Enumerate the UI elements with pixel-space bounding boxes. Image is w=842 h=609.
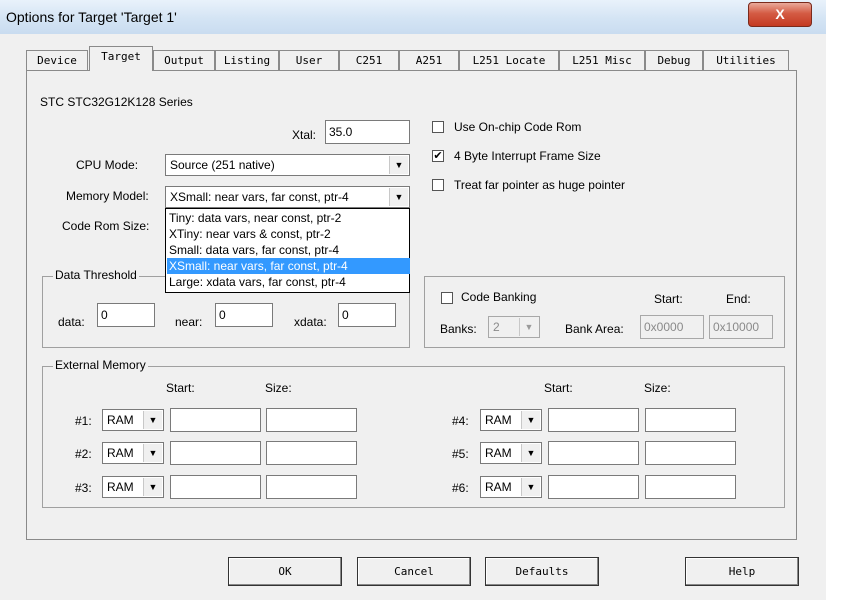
code-banking-end-header: End: — [726, 292, 751, 306]
help-button[interactable]: Help — [685, 557, 799, 586]
ext-mem-size-header-left: Size: — [265, 381, 292, 395]
ext-mem-start-header-right: Start: — [544, 381, 573, 395]
code-banking-start-header: Start: — [654, 292, 683, 306]
ext-mem-start-input[interactable] — [548, 408, 639, 432]
ext-mem-type-select[interactable]: RAM ▼ — [480, 409, 542, 431]
ext-mem-row-label: #6: — [452, 481, 469, 495]
memory-model-dropdown-list: Tiny: data vars, near const, ptr-2 XTiny… — [165, 208, 410, 293]
tab-target[interactable]: Target — [89, 46, 153, 71]
ext-mem-row-label: #3: — [75, 481, 92, 495]
far-pointer-huge-label: Treat far pointer as huge pointer — [454, 178, 625, 192]
data-threshold-data-input[interactable]: 0 — [97, 303, 155, 327]
bank-area-end-input[interactable]: 0x10000 — [709, 315, 773, 339]
xtal-input[interactable]: 35.0 — [325, 120, 410, 144]
banks-label: Banks: — [440, 322, 477, 336]
memory-model-select[interactable]: XSmall: near vars, far const, ptr-4 ▼ — [165, 186, 410, 208]
chevron-down-icon[interactable]: ▼ — [143, 411, 162, 429]
chevron-down-icon[interactable]: ▼ — [389, 188, 408, 206]
ext-mem-type-select[interactable]: RAM ▼ — [480, 442, 542, 464]
ext-mem-type-select[interactable]: RAM ▼ — [102, 409, 164, 431]
data-threshold-near-label: near: — [175, 315, 203, 329]
code-banking-label: Code Banking — [461, 290, 537, 304]
use-onchip-code-rom-label: Use On-chip Code Rom — [454, 120, 582, 134]
memory-model-label: Memory Model: — [66, 189, 149, 203]
ext-mem-type-select[interactable]: RAM ▼ — [480, 476, 542, 498]
options-dialog: Options for Target 'Target 1' X Device T… — [0, 0, 826, 600]
tab-a251[interactable]: A251 — [399, 50, 459, 70]
memory-model-option[interactable]: XTiny: near vars & const, ptr-2 — [167, 226, 410, 242]
data-threshold-xdata-label: xdata: — [294, 315, 327, 329]
ext-mem-row-label: #4: — [452, 414, 469, 428]
far-pointer-huge-checkbox[interactable] — [432, 179, 444, 191]
cancel-button[interactable]: Cancel — [357, 557, 471, 586]
ext-mem-size-input[interactable] — [266, 475, 357, 499]
external-memory-title: External Memory — [53, 358, 148, 372]
cpu-mode-label: CPU Mode: — [76, 158, 139, 172]
ext-mem-size-input[interactable] — [645, 441, 736, 465]
tab-device[interactable]: Device — [26, 50, 88, 70]
memory-model-option[interactable]: Small: data vars, far const, ptr-4 — [167, 242, 410, 258]
ext-mem-size-header-right: Size: — [644, 381, 671, 395]
ext-mem-size-input[interactable] — [266, 408, 357, 432]
ext-mem-size-input[interactable] — [266, 441, 357, 465]
memory-model-option[interactable]: Large: xdata vars, far const, ptr-4 — [167, 274, 410, 290]
banks-select[interactable]: 2 ▼ — [488, 316, 540, 338]
memory-model-option-selected[interactable]: XSmall: near vars, far const, ptr-4 — [167, 258, 410, 274]
ext-mem-start-input[interactable] — [170, 408, 261, 432]
ok-button[interactable]: OK — [228, 557, 342, 586]
data-threshold-xdata-input[interactable]: 0 — [338, 303, 396, 327]
tab-utilities[interactable]: Utilities — [703, 50, 789, 70]
ext-mem-size-input[interactable] — [645, 475, 736, 499]
chevron-down-icon[interactable]: ▼ — [521, 411, 540, 429]
tab-l251-locate[interactable]: L251 Locate — [459, 50, 559, 70]
bank-area-start-input[interactable]: 0x0000 — [640, 315, 704, 339]
ext-mem-size-input[interactable] — [645, 408, 736, 432]
close-icon: X — [775, 6, 785, 22]
device-series-label: STC STC32G12K128 Series — [40, 95, 193, 109]
chevron-down-icon[interactable]: ▼ — [389, 156, 408, 174]
title-bar: Options for Target 'Target 1' X — [0, 0, 826, 34]
ext-mem-start-input[interactable] — [170, 475, 261, 499]
tab-debug[interactable]: Debug — [645, 50, 703, 70]
chevron-down-icon[interactable]: ▼ — [519, 318, 538, 336]
bank-area-label: Bank Area: — [565, 322, 624, 336]
chevron-down-icon[interactable]: ▼ — [143, 478, 162, 496]
close-button[interactable]: X — [748, 2, 812, 27]
interrupt-frame-size-label: 4 Byte Interrupt Frame Size — [454, 149, 601, 163]
tab-l251-misc[interactable]: L251 Misc — [559, 50, 645, 70]
ext-mem-start-header-left: Start: — [166, 381, 195, 395]
tab-listing[interactable]: Listing — [215, 50, 279, 70]
code-rom-size-label: Code Rom Size: — [62, 219, 150, 233]
use-onchip-code-rom-checkbox[interactable] — [432, 121, 444, 133]
checkmark-icon: ✔ — [433, 150, 443, 162]
data-threshold-title: Data Threshold — [53, 268, 139, 282]
ext-mem-start-input[interactable] — [548, 475, 639, 499]
ext-mem-row-label: #5: — [452, 447, 469, 461]
code-banking-checkbox[interactable] — [441, 292, 453, 304]
defaults-button[interactable]: Defaults — [485, 557, 599, 586]
interrupt-frame-size-checkbox[interactable]: ✔ — [432, 150, 444, 162]
tab-user[interactable]: User — [279, 50, 339, 70]
ext-mem-start-input[interactable] — [170, 441, 261, 465]
xtal-label: Xtal: — [292, 128, 317, 142]
ext-mem-row-label: #1: — [75, 414, 92, 428]
tab-output[interactable]: Output — [153, 50, 215, 70]
memory-model-option[interactable]: Tiny: data vars, near const, ptr-2 — [167, 210, 410, 226]
ext-mem-type-select[interactable]: RAM ▼ — [102, 442, 164, 464]
ext-mem-row-label: #2: — [75, 447, 92, 461]
chevron-down-icon[interactable]: ▼ — [521, 478, 540, 496]
cpu-mode-select[interactable]: Source (251 native) ▼ — [165, 154, 410, 176]
data-threshold-data-label: data: — [58, 315, 85, 329]
chevron-down-icon[interactable]: ▼ — [521, 444, 540, 462]
data-threshold-near-input[interactable]: 0 — [215, 303, 273, 327]
window-title: Options for Target 'Target 1' — [6, 9, 177, 25]
chevron-down-icon[interactable]: ▼ — [143, 444, 162, 462]
ext-mem-type-select[interactable]: RAM ▼ — [102, 476, 164, 498]
tab-c251[interactable]: C251 — [339, 50, 399, 70]
ext-mem-start-input[interactable] — [548, 441, 639, 465]
